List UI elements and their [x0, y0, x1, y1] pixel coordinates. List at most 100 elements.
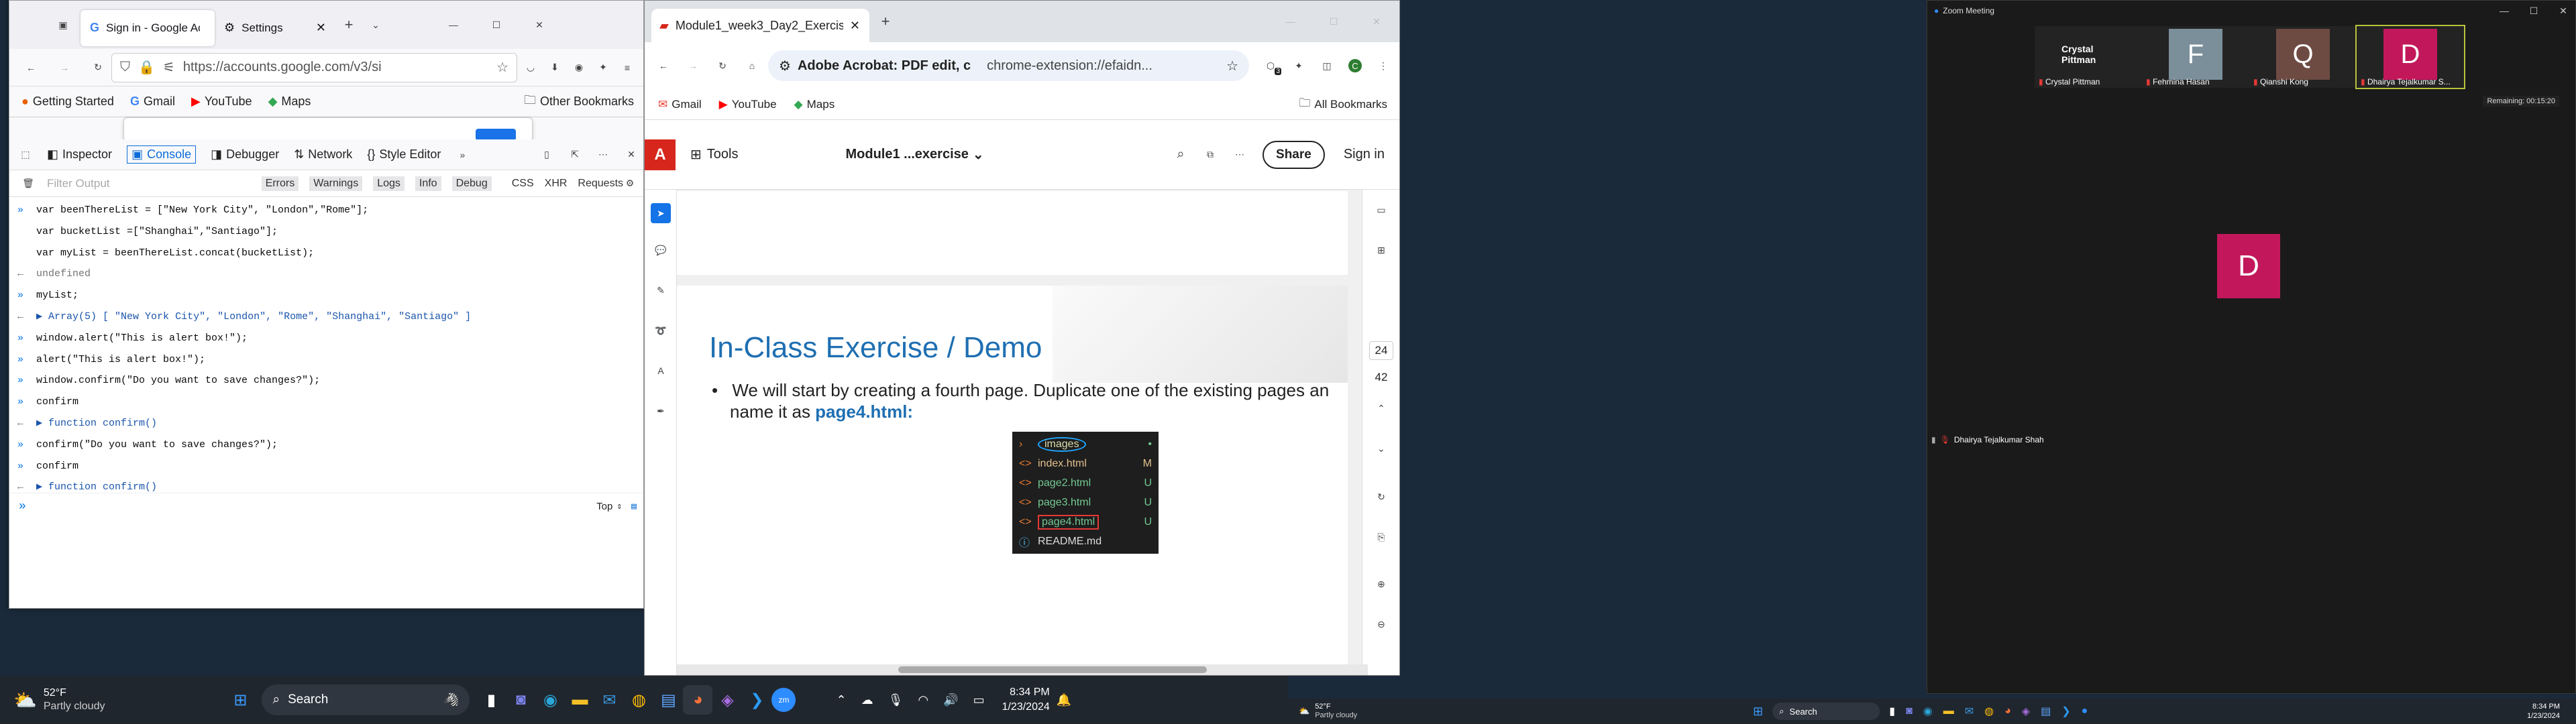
console-input-line[interactable]: » alert("This is alert box!"); — [9, 349, 643, 371]
bookmark-youtube[interactable]: ▶ YouTube — [719, 98, 777, 111]
page-down-icon[interactable]: ⌄ — [1375, 442, 1388, 455]
console-settings-icon[interactable]: ⚙ — [623, 177, 637, 190]
close-devtools-icon[interactable]: ✕ — [625, 148, 638, 162]
bookmark-gmail[interactable]: G Gmail — [130, 95, 175, 109]
weather-widget[interactable]: ⛅ 52°F Partly cloudy — [13, 686, 105, 713]
popout-icon[interactable]: ⇱ — [568, 148, 582, 162]
console-input-line[interactable]: » myList; — [9, 285, 643, 306]
current-page[interactable]: 24 — [1369, 341, 1393, 360]
notification-bell-icon[interactable]: 🔔 — [1057, 693, 1071, 707]
zoom-icon[interactable]: ● — [2082, 705, 2088, 717]
participant-tile[interactable]: Q ▮ Qianshi Kong — [2249, 26, 2357, 88]
acrobat-logo-icon[interactable]: A — [645, 139, 676, 170]
menu-icon[interactable]: ≡ — [621, 61, 634, 74]
page-up-icon[interactable]: ⌃ — [1375, 402, 1388, 415]
task-view-icon[interactable]: ▮ — [476, 685, 506, 715]
text-tool-icon[interactable]: A — [654, 364, 667, 377]
tab-inspector[interactable]: ◧ Inspector — [47, 147, 112, 162]
wifi-icon[interactable]: ◠ — [918, 693, 928, 707]
participant-tile[interactable]: F ▮ Fehmina Hasan — [2142, 26, 2249, 88]
console-input-line[interactable]: » window.confirm("Do you want to save cha… — [9, 370, 643, 391]
taskbar-search-2[interactable]: ⌕ Search — [1772, 703, 1880, 720]
zoom-out-icon[interactable]: ⊖ — [1375, 617, 1388, 631]
downloads-icon[interactable]: ⬇ — [548, 61, 561, 74]
filter-info[interactable]: Info — [415, 176, 441, 191]
reload-icon[interactable]: ↻ — [716, 59, 729, 72]
devtools-menu-icon[interactable]: ⋯ — [596, 148, 610, 162]
console-input-line[interactable]: » confirm — [9, 456, 643, 477]
more-options-icon[interactable]: ⋯ — [1233, 148, 1246, 162]
chevron-down-icon[interactable]: ⌄ — [369, 18, 382, 32]
tools-button[interactable]: ⊞ Tools — [690, 146, 738, 163]
forward-icon[interactable]: → — [58, 61, 71, 74]
teams-icon[interactable]: ◙ — [506, 685, 535, 715]
maximize-icon[interactable]: ☐ — [1327, 15, 1340, 28]
extract-icon[interactable]: ⎘ — [1375, 530, 1388, 544]
battery-icon[interactable]: ▭ — [973, 693, 985, 707]
firefox-icon[interactable]: ◕ — [683, 685, 713, 715]
filter-errors[interactable]: Errors — [261, 176, 299, 191]
reload-icon[interactable]: ↻ — [91, 61, 105, 74]
close-window-icon[interactable]: ✕ — [1370, 15, 1383, 28]
task-view-icon[interactable]: ▮ — [1889, 705, 1895, 718]
maximize-icon[interactable]: ☐ — [490, 18, 503, 32]
microphone-icon[interactable]: 🎙 — [888, 693, 904, 707]
pick-element-icon[interactable]: ⬚ — [19, 148, 32, 162]
edge-icon[interactable]: ◉ — [1923, 705, 1933, 718]
bookmark-gmail[interactable]: ✉ Gmail — [658, 98, 702, 111]
volume-icon[interactable]: 🔊 — [943, 693, 958, 707]
onedrive-icon[interactable]: ☁ — [861, 693, 873, 707]
omnibox[interactable]: ⚙ Adobe Acrobat: PDF edit, c chrome-exte… — [768, 50, 1249, 81]
context-selector[interactable]: Top — [596, 501, 612, 512]
filter-logs[interactable]: Logs — [373, 176, 405, 191]
extension-badge-icon[interactable]: ⬡ 3 — [1264, 59, 1281, 75]
page-thumbnails-icon[interactable]: ⧉ — [1203, 148, 1217, 162]
profile-avatar[interactable]: C — [1348, 59, 1362, 72]
tab-list-icon[interactable]: ▣ — [56, 18, 70, 32]
search-icon[interactable]: ⌕ — [1174, 147, 1187, 162]
filter-debug[interactable]: Debug — [451, 176, 492, 191]
new-tab-icon[interactable]: + — [342, 16, 356, 33]
sign-tool-icon[interactable]: ✒ — [654, 404, 667, 418]
chrome-icon[interactable]: ◍ — [624, 685, 653, 715]
notepad-icon[interactable]: ▤ — [2041, 705, 2051, 718]
pocket-icon[interactable]: ◡ — [524, 61, 537, 74]
close-window-icon[interactable]: ✕ — [2557, 4, 2570, 17]
horizontal-scrollbar[interactable] — [677, 664, 1368, 675]
zoom-in-icon[interactable]: ⊕ — [1375, 577, 1388, 591]
new-tab-icon[interactable]: + — [879, 13, 892, 29]
console-input-line[interactable]: » confirm — [9, 391, 643, 413]
weather-widget-2[interactable]: ⛅ 52°F Partly cloudy — [1299, 703, 1357, 720]
url-bar[interactable]: ⛉ 🔒 ⚟ https://accounts.google.com/v3/si … — [111, 52, 517, 82]
tab-module1[interactable]: ▰ Module1_week3_Day2_Exercise ✕ — [651, 9, 869, 42]
console-input-line[interactable]: var myList = beenThereList.concat(bucket… — [9, 243, 643, 264]
start-icon[interactable]: ⊞ — [225, 685, 255, 715]
console-input-line[interactable]: » confirm("Do you want to save changes?")… — [9, 434, 643, 456]
tab-settings[interactable]: ⚙ Settings ✕ — [215, 10, 335, 46]
paint-icon[interactable]: ◈ — [712, 685, 742, 715]
dock-icon[interactable]: ▯ — [540, 148, 553, 162]
scroll-thumb[interactable] — [898, 666, 1207, 673]
file-explorer-icon[interactable]: ▬ — [565, 685, 594, 715]
close-tab-icon[interactable]: ✕ — [316, 21, 326, 35]
notepad-icon[interactable]: ▤ — [653, 685, 683, 715]
tab-style-editor[interactable]: {} Style Editor — [367, 147, 441, 162]
tab-debugger[interactable]: ◨ Debugger — [211, 147, 279, 162]
filter-css[interactable]: CSS — [512, 178, 534, 190]
vscode-icon[interactable]: ❯ — [742, 685, 771, 715]
other-bookmarks[interactable]: 🗀 Other Bookmarks — [524, 92, 634, 112]
select-tool-icon[interactable]: ➤ — [651, 203, 671, 223]
back-icon[interactable]: ← — [657, 59, 670, 72]
teams-icon[interactable]: ◙ — [1906, 705, 1913, 717]
grid-icon[interactable]: ⊞ — [1375, 243, 1388, 257]
taskbar-search[interactable]: ⌕ Search 🦓 — [262, 684, 470, 715]
minimize-icon[interactable]: — — [1284, 15, 1297, 28]
mail-icon[interactable]: ✉ — [594, 685, 624, 715]
zoom-icon[interactable]: zm — [771, 688, 796, 712]
close-tab-icon[interactable]: ✕ — [850, 19, 860, 33]
home-icon[interactable]: ⌂ — [745, 59, 759, 72]
mail-icon[interactable]: ✉ — [1965, 705, 1974, 718]
maximize-icon[interactable]: ☐ — [2527, 4, 2540, 17]
console-input-line[interactable]: » var beenThereList = ["New York City", "… — [9, 200, 643, 221]
account-icon[interactable]: ◉ — [572, 61, 586, 74]
